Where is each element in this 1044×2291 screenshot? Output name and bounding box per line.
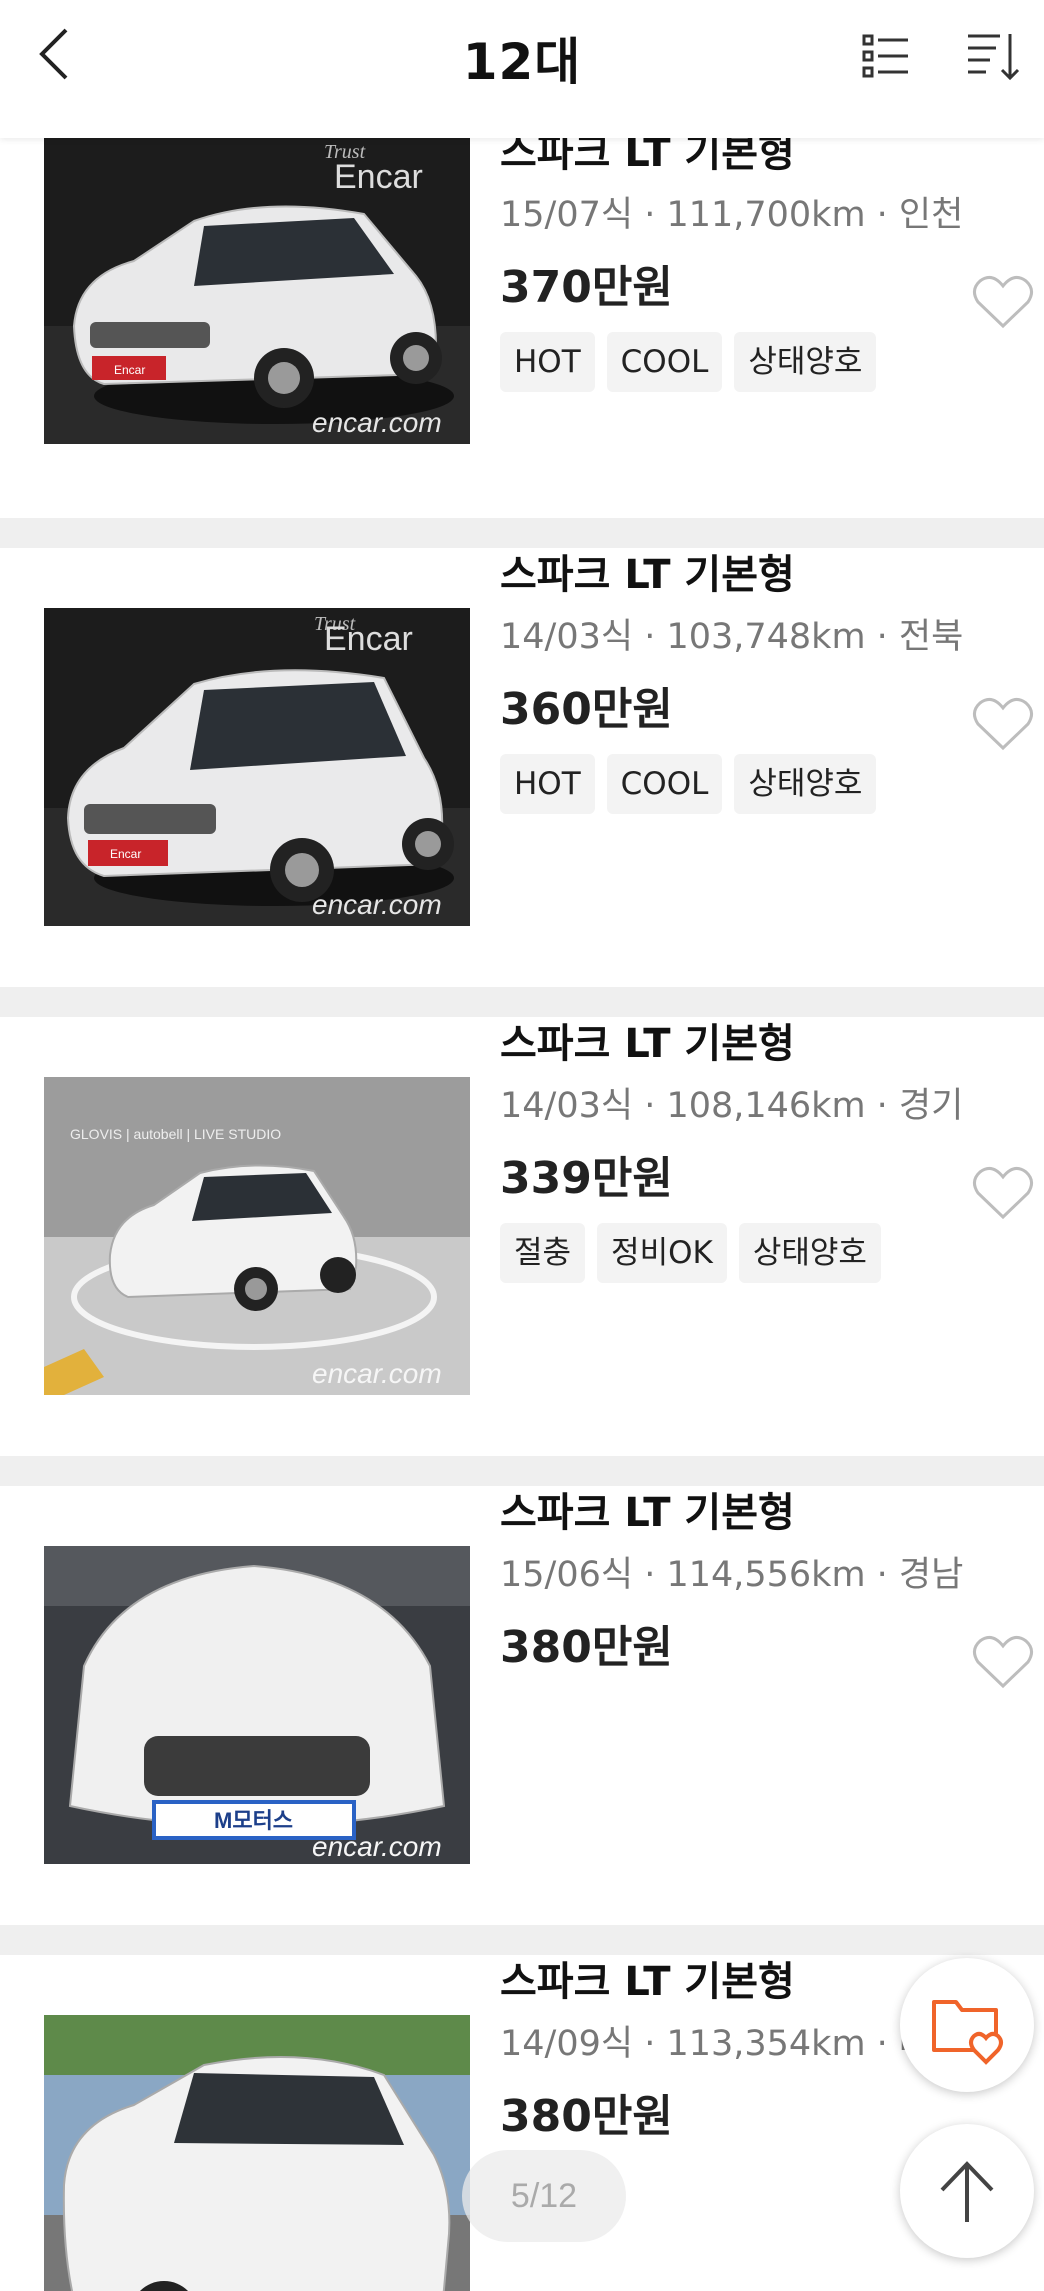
listing-info: 스파크 LT 기본형 15/06식 · 114,556km · 경남 380만원	[500, 1486, 970, 1676]
tag-badge: 상태양호	[734, 754, 877, 814]
card-separator	[0, 987, 1044, 1017]
listing-info: 스파크 LT 기본형 14/03식 · 103,748km · 전북 360만원…	[500, 548, 970, 814]
listing-title: 스파크 LT 기본형	[500, 1021, 795, 1067]
listing-title: 스파크 LT 기본형	[500, 552, 795, 598]
listing-price: 380만원	[500, 1622, 673, 1673]
listing-meta: 15/06식 · 114,556km · 경남	[500, 1555, 964, 1595]
listing-info: 스파크 LT 기본형 15/07식 · 111,700km · 인천 370만원…	[500, 126, 970, 392]
tag-list: HOT COOL 상태양호	[500, 754, 970, 814]
photo-watermark: encar.com	[312, 889, 442, 920]
tag-badge: 절충	[500, 1223, 586, 1283]
plate-text: M모터스	[214, 1808, 293, 1833]
listing-meta: 14/03식 · 108,146km · 경기	[500, 1086, 964, 1126]
scroll-top-button[interactable]	[900, 2124, 1034, 2258]
tag-badge: 상태양호	[734, 332, 877, 392]
photo-watermark: encar.com	[312, 407, 442, 438]
photo-brand: Encar	[324, 620, 413, 658]
favorites-folder-button[interactable]	[900, 1958, 1034, 2092]
top-bar: 12대	[0, 0, 1044, 138]
car-photo: Trust Encar Encar encar.com	[44, 126, 470, 444]
listing-price: 370만원	[500, 262, 673, 313]
card-separator	[0, 1925, 1044, 1955]
tag-badge: COOL	[606, 332, 723, 392]
listing-meta: 15/07식 · 111,700km · 인천	[500, 195, 964, 235]
listing-meta: 14/03식 · 103,748km · 전북	[500, 617, 964, 657]
listing-price: 360만원	[500, 684, 673, 735]
list-view-icon[interactable]	[860, 30, 912, 82]
arrow-up-icon	[940, 2161, 994, 2222]
heart-icon[interactable]	[972, 274, 1034, 330]
listing-card[interactable]: M모터스 encar.com 스파크 LT 기본형 15/06식 · 114,5…	[0, 1486, 1044, 1916]
studio-text: GLOVIS | autobell | LIVE STUDIO	[70, 1126, 281, 1142]
car-photo	[44, 2015, 470, 2291]
card-separator	[0, 518, 1044, 548]
listing-price: 339만원	[500, 1153, 673, 1204]
tag-badge: 정비OK	[597, 1223, 727, 1283]
heart-icon[interactable]	[972, 1165, 1034, 1221]
photo-watermark: encar.com	[312, 1358, 442, 1389]
tag-badge: HOT	[500, 754, 595, 814]
plate-text: Encar	[114, 363, 145, 377]
tag-badge: COOL	[606, 754, 723, 814]
listing-info: 스파크 LT 기본형 14/03식 · 108,146km · 경기 339만원…	[500, 1017, 970, 1283]
listing-card[interactable]: Trust Encar Encar encar.com 스파크 LT 기본형 1…	[0, 548, 1044, 978]
listing-card[interactable]: Trust Encar Encar encar.com 스파크 LT 기본형 1…	[0, 126, 1044, 508]
photo-watermark: encar.com	[312, 1831, 442, 1862]
tag-list: HOT COOL 상태양호	[500, 332, 970, 392]
photo-brand: Encar	[334, 158, 423, 196]
page-indicator: 5/12	[462, 2150, 626, 2242]
car-photo: M모터스 encar.com	[44, 1546, 470, 1864]
listing-title: 스파크 LT 기본형	[500, 1490, 795, 1536]
card-separator	[0, 1456, 1044, 1486]
heart-icon[interactable]	[972, 696, 1034, 752]
tag-badge: HOT	[500, 332, 595, 392]
listing-card[interactable]: GLOVIS | autobell | LIVE STUDIO encar.co…	[0, 1017, 1044, 1447]
car-photo: Trust Encar Encar encar.com	[44, 608, 470, 926]
plate-text: Encar	[110, 847, 141, 861]
sort-icon[interactable]	[966, 28, 1022, 84]
tag-list: 절충 정비OK 상태양호	[500, 1223, 970, 1283]
car-photo: GLOVIS | autobell | LIVE STUDIO encar.co…	[44, 1077, 470, 1395]
folder-heart-icon	[932, 2000, 1003, 2065]
tag-badge: 상태양호	[738, 1223, 881, 1283]
heart-icon[interactable]	[972, 1634, 1034, 1690]
